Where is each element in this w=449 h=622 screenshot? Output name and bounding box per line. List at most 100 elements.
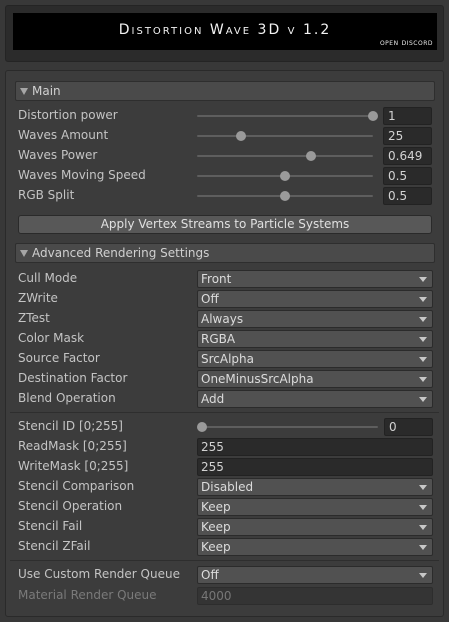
destination-factor-label: Destination Factor xyxy=(18,371,128,385)
color-mask-label: Color Mask xyxy=(18,331,85,345)
source-factor-label: Source Factor xyxy=(18,351,100,365)
material-render-queue-field: 4000 xyxy=(197,587,433,605)
slider-value-field[interactable]: 0.649 xyxy=(383,147,432,165)
ztest-dropdown[interactable]: Always xyxy=(197,310,433,328)
slider-thumb[interactable] xyxy=(368,111,378,121)
custom-render-queue-value: Off xyxy=(201,568,219,582)
slider-row: RGB Split 0.5 xyxy=(18,187,434,205)
section-main-label: Main xyxy=(32,84,61,98)
slider-value-field[interactable]: 0.5 xyxy=(383,187,432,205)
slider-label: RGB Split xyxy=(18,188,75,202)
read-mask-row: ReadMask [0;255] 255 xyxy=(18,438,434,456)
ztest-row: ZTest Always xyxy=(18,310,434,328)
stencil-comparison-row: Stencil Comparison Disabled xyxy=(18,478,434,496)
dropdown-arrow-icon xyxy=(419,545,427,550)
divider xyxy=(10,412,439,413)
slider-thumb[interactable] xyxy=(280,191,290,201)
blend-operation-value: Add xyxy=(201,392,225,406)
color-mask-dropdown[interactable]: RGBA xyxy=(197,330,433,348)
read-mask-label: ReadMask [0;255] xyxy=(18,439,127,453)
read-mask-field[interactable]: 255 xyxy=(197,438,433,456)
dropdown-arrow-icon xyxy=(419,297,427,302)
zwrite-label: ZWrite xyxy=(18,291,58,305)
divider xyxy=(10,560,439,561)
section-advanced-label: Advanced Rendering Settings xyxy=(32,246,210,260)
foldout-triangle-icon xyxy=(20,249,28,257)
foldout-triangle-icon xyxy=(20,87,28,95)
custom-render-queue-dropdown[interactable]: Off xyxy=(197,566,433,584)
slider-row: Distortion power 1 xyxy=(18,107,434,125)
stencil-id-field[interactable]: 0 xyxy=(384,418,433,436)
section-main-header[interactable]: Main xyxy=(15,81,435,101)
cull-mode-row: Cull Mode Front xyxy=(18,270,434,288)
zwrite-dropdown[interactable]: Off xyxy=(197,290,433,308)
zwrite-value: Off xyxy=(201,292,219,306)
dropdown-arrow-icon xyxy=(419,505,427,510)
stencil-operation-label: Stencil Operation xyxy=(18,499,123,513)
dropdown-arrow-icon xyxy=(419,377,427,382)
stencil-fail-dropdown[interactable]: Keep xyxy=(197,518,433,536)
ztest-value: Always xyxy=(201,312,244,326)
slider-row: Waves Moving Speed 0.5 xyxy=(18,167,434,185)
slider-track[interactable] xyxy=(197,135,373,137)
stencil-zfail-row: Stencil ZFail Keep xyxy=(18,538,434,556)
stencil-fail-row: Stencil Fail Keep xyxy=(18,518,434,536)
source-factor-dropdown[interactable]: SrcAlpha xyxy=(197,350,433,368)
blend-operation-row: Blend Operation Add xyxy=(18,390,434,408)
slider-label: Waves Power xyxy=(18,148,98,162)
custom-render-queue-label: Use Custom Render Queue xyxy=(18,567,180,581)
slider-thumb[interactable] xyxy=(306,151,317,161)
dropdown-arrow-icon xyxy=(419,485,427,490)
material-render-queue-label: Material Render Queue xyxy=(18,588,157,602)
destination-factor-value: OneMinusSrcAlpha xyxy=(201,372,314,386)
blend-operation-label: Blend Operation xyxy=(18,391,116,405)
stencil-zfail-label: Stencil ZFail xyxy=(18,539,91,553)
apply-vertex-streams-button[interactable]: Apply Vertex Streams to Particle Systems xyxy=(18,215,432,234)
slider-label: Distortion power xyxy=(18,108,118,122)
cull-mode-label: Cull Mode xyxy=(18,271,78,285)
stencil-operation-value: Keep xyxy=(201,500,231,514)
stencil-comparison-value: Disabled xyxy=(201,480,254,494)
slider-value-field[interactable]: 25 xyxy=(383,127,432,145)
slider-row: Waves Amount 25 xyxy=(18,127,434,145)
slider-row: Waves Power 0.649 xyxy=(18,147,434,165)
destination-factor-dropdown[interactable]: OneMinusSrcAlpha xyxy=(197,370,433,388)
color-mask-value: RGBA xyxy=(201,332,236,346)
dropdown-arrow-icon xyxy=(419,573,427,578)
write-mask-label: WriteMask [0;255] xyxy=(18,459,129,473)
stencil-id-slider-track[interactable] xyxy=(202,426,378,428)
custom-render-queue-row: Use Custom Render Queue Off xyxy=(18,566,434,584)
blend-operation-dropdown[interactable]: Add xyxy=(197,390,433,408)
dropdown-arrow-icon xyxy=(419,277,427,282)
write-mask-field[interactable]: 255 xyxy=(197,458,433,476)
stencil-comparison-label: Stencil Comparison xyxy=(18,479,135,493)
material-render-queue-row: Material Render Queue 4000 xyxy=(18,587,434,605)
slider-track[interactable] xyxy=(197,155,373,157)
color-mask-row: Color Mask RGBA xyxy=(18,330,434,348)
header-banner[interactable]: Distortion Wave 3D v 1.2 Open Discord xyxy=(13,13,437,50)
write-mask-row: WriteMask [0;255] 255 xyxy=(18,458,434,476)
stencil-id-slider-thumb[interactable] xyxy=(197,422,207,432)
slider-thumb[interactable] xyxy=(280,171,290,181)
open-discord-link[interactable]: Open Discord xyxy=(380,38,433,47)
header-title: Distortion Wave 3D v 1.2 xyxy=(118,22,332,38)
cull-mode-dropdown[interactable]: Front xyxy=(197,270,433,288)
slider-value-field[interactable]: 0.5 xyxy=(383,167,432,185)
zwrite-row: ZWrite Off xyxy=(18,290,434,308)
stencil-operation-dropdown[interactable]: Keep xyxy=(197,498,433,516)
stencil-id-label: Stencil ID [0;255] xyxy=(18,419,123,433)
stencil-zfail-value: Keep xyxy=(201,540,231,554)
dropdown-arrow-icon xyxy=(419,357,427,362)
stencil-zfail-dropdown[interactable]: Keep xyxy=(197,538,433,556)
slider-track[interactable] xyxy=(197,115,373,117)
stencil-id-row: Stencil ID [0;255] 0 xyxy=(18,418,434,436)
section-advanced-header[interactable]: Advanced Rendering Settings xyxy=(15,243,435,263)
stencil-comparison-dropdown[interactable]: Disabled xyxy=(197,478,433,496)
source-factor-row: Source Factor SrcAlpha xyxy=(18,350,434,368)
stencil-fail-value: Keep xyxy=(201,520,231,534)
cull-mode-value: Front xyxy=(201,272,232,286)
slider-thumb[interactable] xyxy=(236,131,246,141)
slider-value-field[interactable]: 1 xyxy=(383,107,432,125)
dropdown-arrow-icon xyxy=(419,525,427,530)
destination-factor-row: Destination Factor OneMinusSrcAlpha xyxy=(18,370,434,388)
